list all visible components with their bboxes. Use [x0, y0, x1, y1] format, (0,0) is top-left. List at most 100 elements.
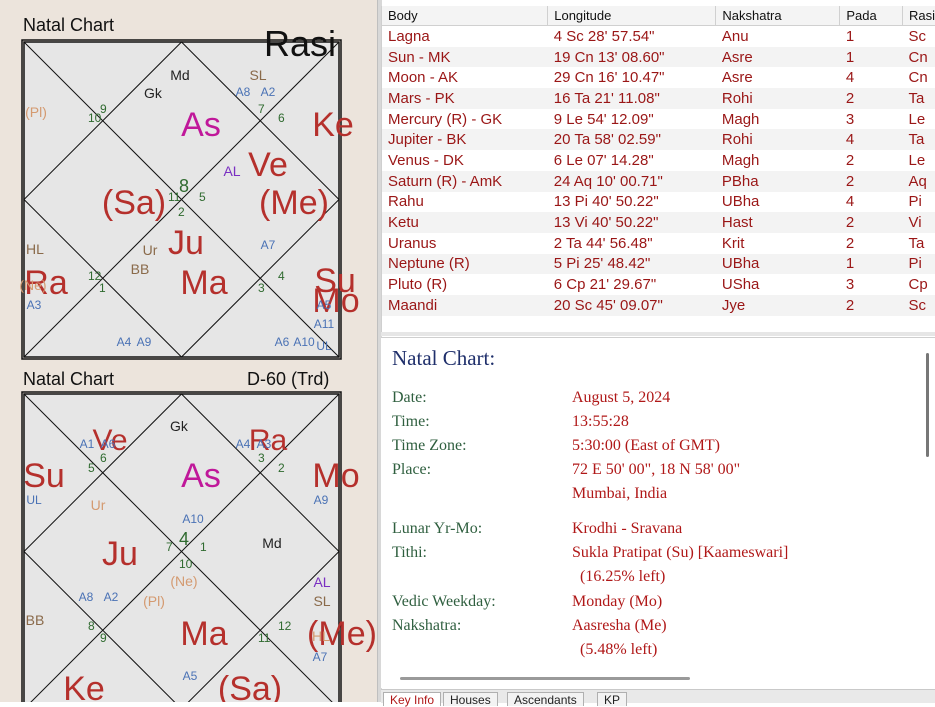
table-cell-body: Maandi — [382, 294, 548, 316]
nakshatra-value: Aasresha (Me) — [572, 617, 667, 634]
house-sign-number: 10 — [179, 557, 193, 571]
tab-ascendants[interactable]: Ascendants — [507, 692, 584, 707]
col-header-longitude[interactable]: Longitude — [547, 6, 717, 26]
details-hscroll[interactable] — [400, 673, 920, 683]
table-cell-rasi: Pi — [908, 193, 922, 211]
planet-label: (Sa) — [218, 670, 282, 702]
table-cell-nakshatra: Magh — [721, 151, 760, 169]
table-cell-rasi: Ta — [902, 88, 935, 109]
tab-kp[interactable]: KP — [597, 692, 628, 707]
table-cell-longitude: 16 Ta 21' 11.08" — [547, 88, 716, 109]
small-planet-label: UL — [26, 493, 42, 507]
table-row[interactable]: Sun - MK 19 Cn 13' 08.60" Asre 1 Cn — [382, 46, 935, 68]
arudha-label: A10 — [182, 512, 204, 526]
table-cell-pada: 2 — [839, 212, 903, 233]
nakshatra-label: Nakshatra: — [392, 617, 462, 634]
col-header-pada[interactable]: Pada — [839, 6, 903, 26]
table-row[interactable]: Rahu 13 Pi 40' 50.22" UBha 4 Pi — [382, 192, 935, 213]
table-cell-body: Uranus — [388, 234, 437, 252]
table-cell-pada: 4 — [845, 69, 855, 87]
house-sign-number: 8 — [88, 619, 95, 633]
col-header-nakshatra[interactable]: Nakshatra — [715, 6, 841, 26]
table-cell-pada: 2 — [845, 234, 855, 252]
arudha-label: A2 — [104, 590, 119, 604]
table-cell-nakshatra: Hast — [715, 212, 840, 233]
table-cell-body: Mars - PK — [382, 88, 548, 109]
table-cell-longitude: 19 Cn 13' 08.60" — [547, 46, 716, 68]
table-cell-nakshatra: Krit — [721, 234, 745, 252]
house-sign-number: 12 — [278, 619, 292, 633]
arudha-label: A1 — [80, 437, 95, 451]
small-planet-label: (Pl) — [143, 593, 165, 609]
small-planet-label: AL — [313, 574, 330, 590]
table-cell-body: Neptune (R) — [382, 253, 548, 275]
table-cell-pada: 3 — [845, 276, 855, 294]
table-row[interactable]: Mercury (R) - GK 9 Le 54' 12.09" Magh 3 Le — [382, 109, 935, 130]
house-sign-number: 2 — [278, 461, 285, 475]
table-row[interactable]: Uranus 2 Ta 44' 56.48" Krit 2 Ta — [382, 233, 935, 254]
table-cell-pada: 4 — [839, 129, 903, 151]
table-row[interactable]: Jupiter - BK 20 Ta 58' 02.59" Rohi 4 Ta — [382, 129, 935, 151]
planet-label: As — [181, 457, 221, 495]
col-header-rasi[interactable]: Rasi — [902, 6, 935, 26]
table-cell-body: Moon - AK — [388, 69, 459, 87]
timezone-label: Time Zone: — [392, 437, 467, 454]
date-label: Date: — [392, 389, 427, 406]
table-cell-nakshatra: Asre — [715, 46, 840, 68]
table-cell-body: Mercury (R) - GK — [388, 110, 503, 128]
col-header-body[interactable]: Body — [382, 6, 549, 26]
charts-pane: Natal Chart Rasi 9 10 8 11 2 5 7 6 12 1 3 4 As Ke Ve (Me… — [0, 0, 377, 702]
weekday-value: Monday (Mo) — [572, 593, 663, 610]
table-cell-nakshatra: Anu — [721, 27, 749, 45]
place-label: Place: — [392, 461, 432, 478]
table-cell-rasi: Le — [908, 110, 926, 128]
table-scrollbar[interactable] — [381, 332, 935, 336]
details-vscroll-thumb[interactable] — [926, 353, 929, 457]
table-cell-body: Pluto (R) — [388, 276, 448, 294]
table-row[interactable]: Pluto (R) 6 Cp 21' 29.67" USha 3 Cp — [382, 274, 935, 295]
arudha-label: A9 — [314, 493, 329, 507]
table-cell-pada: 1 — [839, 46, 903, 68]
tab-key-info[interactable]: Key Info — [383, 692, 442, 707]
table-row[interactable]: Maandi 20 Sc 45' 09.07" Jye 2 Sc — [382, 294, 935, 316]
time-value: 13:55:28 — [572, 413, 629, 430]
place-coords: 72 E 50' 00", 18 N 58' 00" — [572, 461, 741, 478]
details-vscroll[interactable] — [921, 345, 933, 670]
house-sign-number: 4 — [179, 529, 189, 549]
date-value: August 5, 2024 — [572, 389, 671, 406]
table-row[interactable]: Mars - PK 16 Ta 21' 11.08" Rohi 2 Ta — [382, 88, 935, 109]
tab-houses[interactable]: Houses — [443, 692, 498, 707]
table-cell-longitude: 24 Aq 10' 00.71" — [547, 170, 716, 192]
table-row[interactable]: Venus - DK 6 Le 07' 14.28" Magh 2 Le — [382, 150, 935, 171]
small-planet-label: Gk — [170, 418, 189, 434]
lunar-value: Krodhi - Sravana — [572, 520, 683, 537]
arudha-label: A6 — [101, 437, 116, 451]
table-row[interactable]: Moon - AK 29 Cn 16' 10.47" Asre 4 Cn — [382, 67, 935, 88]
table-row[interactable]: Saturn (R) - AmK 24 Aq 10' 00.71" PBha 2 Aq — [382, 170, 935, 192]
table-cell-pada: 1 — [839, 253, 903, 275]
table-cell-pada: 4 — [845, 193, 855, 211]
table-cell-pada: 1 — [845, 27, 855, 45]
table-cell-longitude: 6 Cp 21' 29.67" — [553, 276, 657, 294]
table-cell-rasi: Cn — [908, 69, 928, 87]
table-row[interactable]: Ketu 13 Vi 40' 50.22" Hast 2 Vi — [382, 212, 935, 233]
planet-label: Su — [23, 457, 65, 495]
d60-chart[interactable]: 65327 4 11089 1112Ve RaSu As MoJuMa (Me)Ke (Sa)G… — [0, 0, 377, 702]
table-cell-pada: 2 — [839, 88, 903, 109]
timezone-value: 5:30:00 (East of GMT) — [572, 437, 720, 454]
table-cell-nakshatra: USha — [721, 276, 760, 294]
table-cell-nakshatra: Rohi — [715, 129, 840, 151]
table-row[interactable]: Neptune (R) 5 Pi 25' 48.42" UBha 1 Pi — [382, 253, 935, 275]
arudha-label: A7 — [313, 650, 328, 664]
table-cell-nakshatra: PBha — [715, 170, 840, 192]
table-cell-rasi: Vi — [902, 212, 935, 233]
table-row[interactable]: Lagna 4 Sc 28' 57.54" Anu 1 Sc — [382, 26, 935, 47]
details-hscroll-thumb[interactable] — [400, 677, 690, 680]
arudha-label: A3 — [257, 437, 272, 451]
small-planet-label: Md — [262, 535, 281, 551]
table-cell-nakshatra: Magh — [721, 110, 760, 128]
small-planet-label: SL — [313, 593, 330, 609]
table-cell-rasi: Ta — [902, 129, 935, 151]
table-cell-longitude: 9 Le 54' 12.09" — [553, 110, 654, 128]
table-cell-rasi: Sc — [902, 294, 935, 316]
